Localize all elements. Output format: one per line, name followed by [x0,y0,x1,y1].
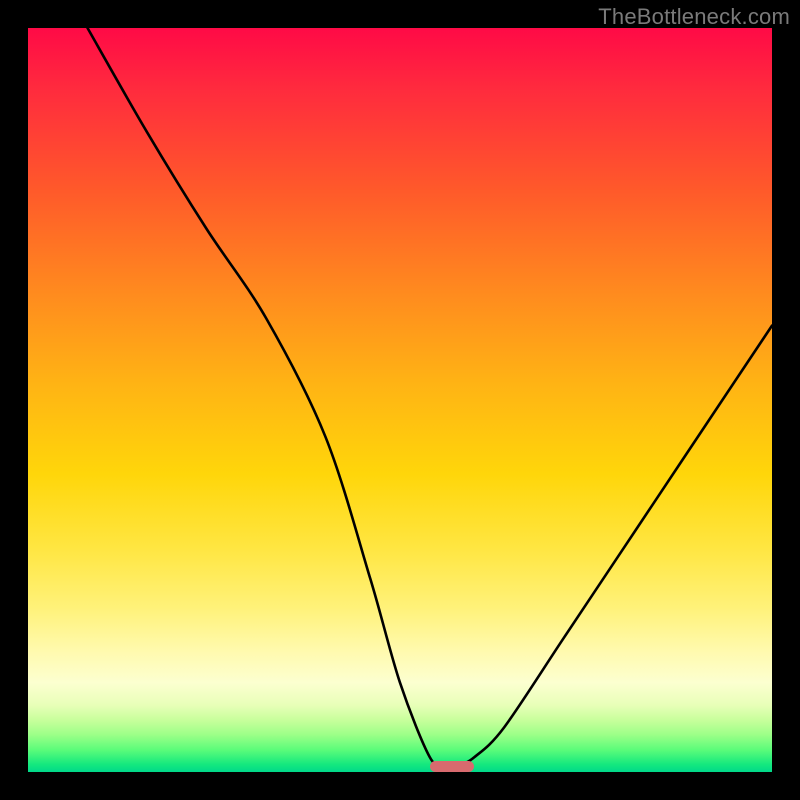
bottleneck-curve [28,28,772,772]
optimal-marker [430,761,475,772]
watermark-text: TheBottleneck.com [598,4,790,30]
plot-area [28,28,772,772]
chart-frame: TheBottleneck.com [0,0,800,800]
